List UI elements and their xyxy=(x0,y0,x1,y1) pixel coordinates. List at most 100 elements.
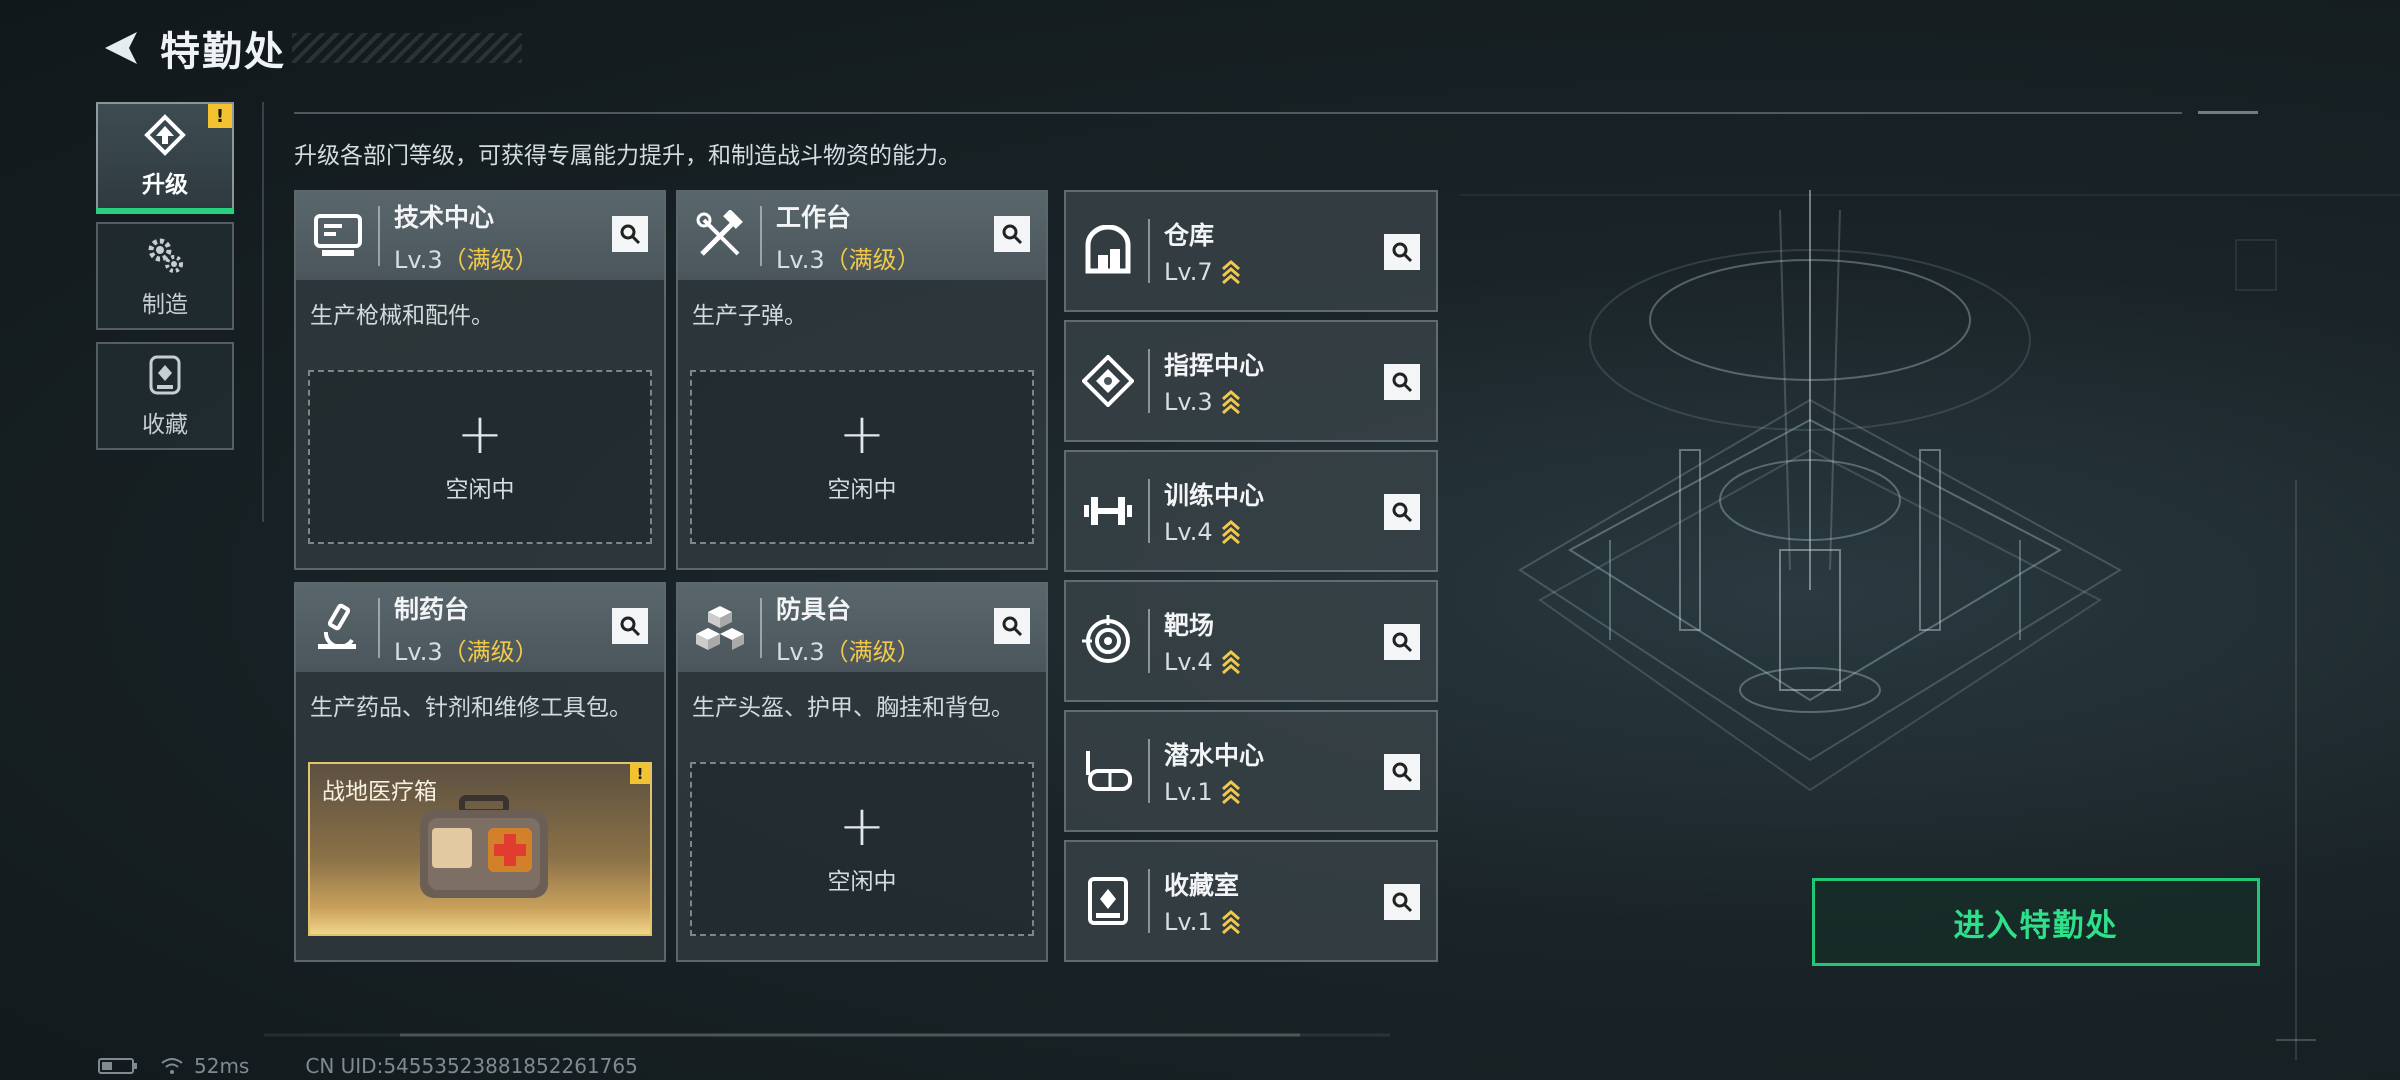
level-chevron-icon xyxy=(1221,520,1240,545)
level-chevron-icon xyxy=(1221,650,1240,675)
dept-card-dive-center[interactable]: 潜水中心 Lv.1 xyxy=(1064,710,1438,832)
level-value: Lv.3 xyxy=(394,637,443,666)
battery-icon xyxy=(98,1058,137,1074)
top-divider xyxy=(294,112,2182,114)
dept-name: 工作台 xyxy=(776,202,852,232)
inspect-button[interactable] xyxy=(612,608,648,644)
production-slot-idle[interactable]: + 空闲中 xyxy=(690,762,1034,936)
title-decoration xyxy=(292,33,522,63)
search-icon xyxy=(1392,502,1413,523)
back-button[interactable] xyxy=(98,25,144,71)
tools-icon xyxy=(686,202,754,270)
dept-name: 靶场 xyxy=(1164,611,1215,640)
separator xyxy=(1148,739,1150,803)
dept-level: Lv.4 xyxy=(1164,648,1241,676)
slot-status: 空闲中 xyxy=(827,869,897,895)
search-icon xyxy=(1392,242,1413,263)
dumbbell-icon xyxy=(1074,477,1142,545)
ping-value: 52ms xyxy=(194,1054,250,1078)
dept-description: 生产药品、针剂和维修工具包。 xyxy=(310,695,632,721)
user-uid: CN UID:5455352388185226176​5 xyxy=(305,1054,638,1078)
dept-card-pharmacy[interactable]: 制药台 Lv.3（满级） 生产药品、针剂和维修工具包。 战地医疗箱 ! xyxy=(294,582,666,962)
headquarters-3d-model xyxy=(1518,190,2122,792)
warehouse-icon xyxy=(1074,217,1142,285)
header-separator xyxy=(760,598,762,658)
collection-icon xyxy=(149,355,181,395)
separator xyxy=(1148,869,1150,933)
separator xyxy=(1148,349,1150,413)
inspect-button[interactable] xyxy=(1384,234,1420,270)
dept-level: Lv.3（满级） xyxy=(394,240,539,275)
medkit-icon xyxy=(420,795,548,898)
back-arrow-icon xyxy=(105,32,137,64)
dept-description: 生产枪械和配件。 xyxy=(310,303,494,329)
production-slot-idle[interactable]: + 空闲中 xyxy=(690,370,1034,544)
dept-card-shooting-range[interactable]: 靶场 Lv.4 xyxy=(1064,580,1438,702)
card-header: 工作台 Lv.3（满级） xyxy=(678,192,1046,280)
dept-card-workbench[interactable]: 工作台 Lv.3（满级） 生产子弹。 + 空闲中 xyxy=(676,190,1048,570)
card-header: 技术中心 Lv.3（满级） xyxy=(296,192,664,280)
search-icon xyxy=(1392,632,1413,653)
search-icon xyxy=(1002,616,1023,637)
inspect-button[interactable] xyxy=(1384,624,1420,660)
level-value: Lv.1 xyxy=(1164,778,1213,806)
inspect-button[interactable] xyxy=(612,216,648,252)
inspect-button[interactable] xyxy=(994,608,1030,644)
nav-tab-upgrade[interactable]: ! 升级 xyxy=(96,102,234,214)
dept-name: 潜水中心 xyxy=(1164,741,1265,770)
enter-special-ops-button[interactable]: 进入特勤处 xyxy=(1812,878,2260,966)
dept-name: 指挥中心 xyxy=(1164,351,1265,380)
level-value: Lv.3 xyxy=(394,245,443,274)
page-title: 特勤处 xyxy=(160,29,286,75)
level-chevron-icon xyxy=(1221,390,1240,415)
header: 特勤处 xyxy=(98,20,522,76)
separator xyxy=(1148,219,1150,283)
separator xyxy=(1148,479,1150,543)
level-value: Lv.4 xyxy=(1164,518,1213,546)
max-level-tag: （满级） xyxy=(442,245,539,274)
separator xyxy=(1148,609,1150,673)
level-value: Lv.3 xyxy=(776,245,825,274)
nav-tab-collection[interactable]: 收藏 xyxy=(96,342,234,450)
alert-badge: ! xyxy=(208,104,232,128)
max-level-tag: （满级） xyxy=(824,245,921,274)
inspect-button[interactable] xyxy=(1384,754,1420,790)
nav-divider xyxy=(262,102,264,522)
inspect-button[interactable] xyxy=(1384,364,1420,400)
dept-card-command-center[interactable]: 指挥中心 Lv.3 xyxy=(1064,320,1438,442)
dept-name: 仓库 xyxy=(1164,221,1215,250)
level-chevron-icon xyxy=(1221,260,1240,285)
dept-card-training-center[interactable]: 训练中心 Lv.4 xyxy=(1064,450,1438,572)
level-value: Lv.3 xyxy=(1164,388,1213,416)
command-icon xyxy=(1074,347,1142,415)
level-value: Lv.3 xyxy=(776,637,825,666)
inspect-button[interactable] xyxy=(1384,884,1420,920)
dept-card-armor-bench[interactable]: 防具台 Lv.3（满级） 生产头盔、护甲、胸挂和背包。 + 空闲中 xyxy=(676,582,1048,962)
level-value: Lv.7 xyxy=(1164,258,1213,286)
dept-level: Lv.7 xyxy=(1164,258,1241,286)
header-separator xyxy=(378,206,380,266)
dept-name: 技术中心 xyxy=(394,202,495,232)
production-slot-idle[interactable]: + 空闲中 xyxy=(308,370,652,544)
nav-label: 收藏 xyxy=(142,412,188,438)
dept-card-tech-center[interactable]: 技术中心 Lv.3（满级） 生产枪械和配件。 + 空闲中 xyxy=(294,190,666,570)
dept-card-collection-room[interactable]: 收藏室 Lv.1 xyxy=(1064,840,1438,962)
inspect-button[interactable] xyxy=(1384,494,1420,530)
nav-label: 升级 xyxy=(142,172,188,198)
production-slot-item[interactable]: 战地医疗箱 ! xyxy=(308,762,652,936)
inspect-button[interactable] xyxy=(994,216,1030,252)
dept-card-warehouse[interactable]: 仓库 Lv.7 xyxy=(1064,190,1438,312)
max-level-tag: （满级） xyxy=(824,637,921,666)
dept-name: 防具台 xyxy=(776,594,852,624)
search-icon xyxy=(1392,372,1413,393)
search-icon xyxy=(1392,892,1413,913)
dept-level: Lv.3（满级） xyxy=(394,632,539,667)
dept-level: Lv.4 xyxy=(1164,518,1264,546)
page-description: 升级各部门等级，可获得专属能力提升，和制造战斗物资的能力。 xyxy=(294,143,961,169)
target-icon xyxy=(1074,607,1142,675)
slot-status: 空闲中 xyxy=(445,477,515,503)
dept-level: Lv.3（满级） xyxy=(776,240,921,275)
armor-boxes-icon xyxy=(686,594,754,662)
level-value: Lv.4 xyxy=(1164,648,1213,676)
nav-tab-craft[interactable]: 制造 xyxy=(96,222,234,330)
